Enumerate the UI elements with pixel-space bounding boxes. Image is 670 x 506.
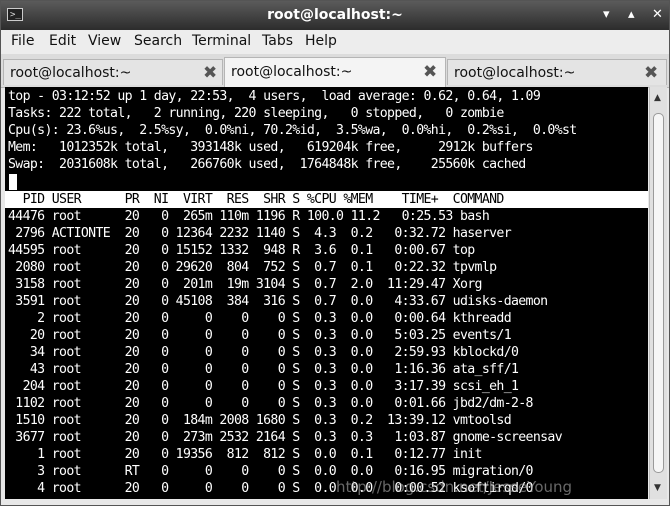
watermark: http://blog.csdn.net/JesseYoung [336, 478, 573, 496]
tab-2-label: root@localhost:~ [231, 64, 353, 80]
menu-search[interactable]: Search [134, 33, 182, 49]
top-uptime-line: top - 03:12:52 up 1 day, 22:53, 4 users,… [8, 89, 541, 104]
table-row: 1102 root 20 0 0 0 0 S 0.3 0.0 0:01.66 j… [8, 396, 533, 411]
table-row: 1510 root 20 0 184m 2008 1680 S 0.3 0.2 … [8, 413, 511, 428]
terminal-scrollbar[interactable]: ▲ ▼ [649, 87, 667, 499]
table-row: 2080 root 20 0 29620 804 752 S 0.7 0.1 0… [8, 260, 497, 275]
menu-tabs[interactable]: Tabs [262, 33, 293, 49]
table-row: 2796 ACTIONTE 20 0 12364 2232 1140 S 4.3… [8, 226, 511, 241]
menu-edit[interactable]: Edit [49, 33, 76, 49]
tab-2[interactable]: root@localhost:~ ✖ [224, 57, 446, 87]
tab-close-icon[interactable]: ✖ [203, 63, 217, 83]
top-cpu-line: Cpu(s): 23.6%us, 2.5%sy, 0.0%ni, 70.2%id… [8, 123, 577, 138]
menu-help[interactable]: Help [305, 33, 337, 49]
menu-terminal[interactable]: Terminal [192, 33, 251, 49]
tab-close-icon[interactable]: ✖ [423, 62, 437, 82]
table-row: 3158 root 20 0 201m 19m 3104 S 0.7 2.0 1… [8, 277, 482, 292]
tab-bar: root@localhost:~ ✖ root@localhost:~ ✖ ro… [1, 54, 669, 88]
top-mem-line: Mem: 1012352k total, 393148k used, 61920… [8, 140, 534, 155]
terminal-window: >_ root@localhost:~ ▾ ▴ ✕ File Edit View… [0, 0, 670, 506]
terminal-output[interactable]: top - 03:12:52 up 1 day, 22:53, 4 users,… [5, 87, 648, 499]
title-bar[interactable]: >_ root@localhost:~ ▾ ▴ ✕ [1, 1, 669, 30]
scroll-down-icon[interactable]: ▼ [654, 483, 661, 493]
table-row: 204 root 20 0 0 0 0 S 0.3 0.0 3:17.39 sc… [8, 379, 519, 394]
menu-bar: File Edit View Search Terminal Tabs Help [1, 30, 669, 54]
scroll-up-icon[interactable]: ▲ [654, 93, 661, 103]
table-row: 34 root 20 0 0 0 0 S 0.3 0.0 2:59.93 kbl… [8, 345, 519, 360]
top-tasks-line: Tasks: 222 total, 2 running, 220 sleepin… [8, 106, 504, 121]
menu-view[interactable]: View [88, 33, 121, 49]
tab-3-label: root@localhost:~ [454, 65, 576, 81]
table-row: 3591 root 20 0 45108 384 316 S 0.7 0.0 4… [8, 294, 548, 309]
close-icon[interactable]: ✕ [652, 8, 663, 22]
window-title: root@localhost:~ [267, 7, 403, 23]
tab-3[interactable]: root@localhost:~ ✖ [447, 59, 667, 85]
tab-1-label: root@localhost:~ [10, 65, 132, 81]
table-row: 43 root 20 0 0 0 0 S 0.3 0.0 1:16.36 ata… [8, 362, 519, 377]
table-row: 3677 root 20 0 273m 2532 2164 S 0.3 0.3 … [8, 430, 563, 445]
terminal-cursor [9, 174, 17, 190]
tab-1[interactable]: root@localhost:~ ✖ [3, 59, 223, 85]
top-swap-line: Swap: 2031608k total, 266760k used, 1764… [8, 157, 526, 172]
maximize-icon[interactable]: ▴ [628, 8, 635, 22]
table-row: 20 root 20 0 0 0 0 S 0.3 0.0 5:03.25 eve… [8, 328, 512, 343]
process-table-header: PID USER PR NI VIRT RES SHR S %CPU %MEM … [5, 191, 648, 208]
scrollbar-thumb[interactable] [653, 113, 664, 473]
table-row: 2 root 20 0 0 0 0 S 0.3 0.0 0:00.64 kthr… [8, 311, 511, 326]
table-row: 44476 root 20 0 265m 110m 1196 R 100.0 1… [8, 209, 490, 224]
process-header-text: PID USER PR NI VIRT RES SHR S %CPU %MEM … [8, 192, 505, 207]
table-row: 1 root 20 0 19356 812 812 S 0.0 0.1 0:12… [8, 447, 482, 462]
menu-file[interactable]: File [11, 33, 34, 49]
tab-close-icon[interactable]: ✖ [644, 63, 658, 83]
minimize-icon[interactable]: ▾ [603, 8, 610, 22]
table-row: 44595 root 20 0 15152 1332 948 R 3.6 0.1… [8, 243, 475, 258]
